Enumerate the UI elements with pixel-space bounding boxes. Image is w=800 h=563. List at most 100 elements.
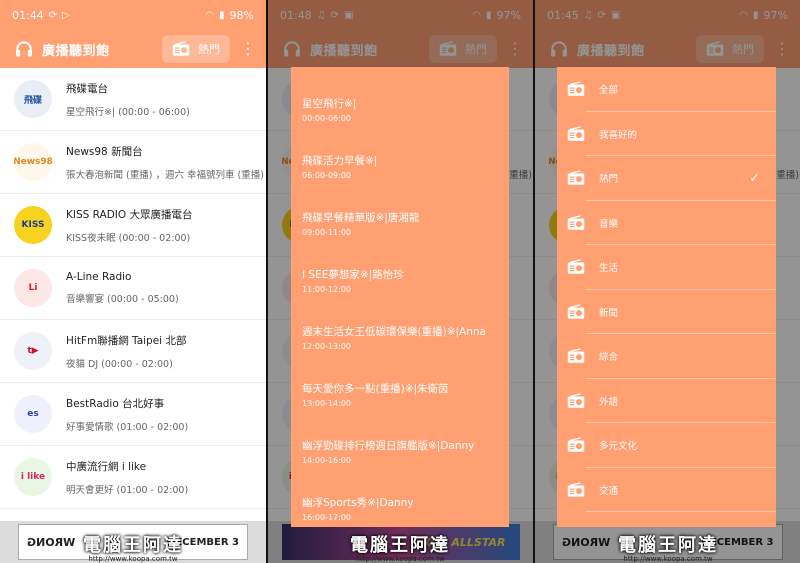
radio-icon: [567, 393, 585, 408]
station-meta: 中廣流行網 i like 明天會更好 (01:00 - 02:00): [66, 459, 188, 496]
station-program: 夜貓 DJ (00:00 - 02:00): [66, 358, 173, 370]
station-logo: Li: [14, 269, 52, 307]
station-row[interactable]: i like 中廣流行網 i like 明天會更好 (01:00 - 02:00): [0, 446, 266, 509]
station-meta: A-Line Radio 音樂響宴 (00:00 - 05:00): [66, 271, 179, 305]
station-program: 音樂響宴 (00:00 - 05:00): [66, 294, 179, 305]
station-name: News98 新聞台: [66, 145, 143, 158]
station-logo: es: [14, 395, 52, 433]
station-logo: t▶: [14, 332, 52, 370]
station-meta: News98 新聞台張大春泡新聞 (重播) ，週六 幸福號列車 (重播): [66, 144, 264, 181]
station-row[interactable]: es BestRadio 台北好事好事愛情歌 (01:00 - 02:00): [0, 383, 266, 446]
station-name: 飛碟電台: [66, 82, 108, 95]
program-time: 13:00-14:00: [302, 399, 351, 408]
wifi-icon: ◠: [205, 9, 215, 21]
program-item[interactable]: 幽浮勁碟排行榜週日旗艦版※|Danny 14:00-16:00: [291, 418, 509, 475]
app-title: 廣播聽到飽: [42, 43, 110, 59]
category-label: 熱門: [599, 174, 619, 186]
program-title: 飛碟活力早餐※|: [302, 155, 378, 167]
category-button-label: 熱門: [198, 43, 220, 56]
headphones-icon: [16, 41, 32, 57]
radio-icon: [567, 170, 585, 185]
category-label: 我喜好的: [599, 129, 638, 141]
category-option[interactable]: 音樂: [557, 201, 776, 246]
program-title: 幽浮Sports秀※|Danny: [302, 497, 414, 509]
station-list: 飛碟飛碟電台星空飛行※| (00:00 - 06:00)News98News98…: [0, 68, 266, 509]
program-time: 11:00-12:00: [302, 285, 351, 294]
program-item[interactable]: I SEE夢想家※|路怡珍 11:00-12:00: [291, 247, 509, 304]
station-name: A-Line Radio: [66, 271, 132, 283]
radio-icon: [567, 259, 585, 274]
station-program: KISS夜未眠 (00:00 - 02:00): [66, 232, 191, 244]
program-title: 幽浮勁碟排行榜週日旗艦版※|Danny: [302, 440, 475, 452]
station-logo: i like: [14, 458, 52, 496]
category-label: 交通: [599, 485, 619, 497]
radio-icon: [567, 126, 585, 141]
program-title: I SEE夢想家※|路怡珍: [302, 269, 404, 281]
station-name: HitFm聯播網 Taipei 北部: [66, 334, 187, 347]
watermark-url: http://www.koopa.com.tw: [355, 555, 445, 563]
program-title: 週末生活女王低碳環保樂(重播)※|Anna: [302, 326, 486, 338]
station-logo: News98: [14, 143, 52, 181]
station-row[interactable]: Li A-Line Radio 音樂響宴 (00:00 - 05:00): [0, 257, 266, 320]
radio-icon: [567, 304, 585, 319]
station-name: KISS RADIO 大眾廣播電台: [66, 208, 193, 221]
category-option[interactable]: 我喜好的: [557, 112, 776, 157]
category-option[interactable]: 全部: [557, 67, 776, 112]
station-row[interactable]: t▶ HitFm聯播網 Taipei 北部夜貓 DJ (00:00 - 02:00…: [0, 320, 266, 383]
program-item[interactable]: 飛碟早餐精華版※|唐湘龍 09:00-11:00: [291, 190, 509, 247]
screen-program-schedule: 01:48 ♫ ⟳ ▣ ◠ ▮ 97% 廣播聽到飽 熱門 ⋮ 飛碟飛碟電台星空飛…: [268, 0, 533, 563]
battery-level: 98%: [229, 8, 254, 22]
category-option[interactable]: 交通: [557, 468, 776, 513]
radio-icon: [567, 348, 585, 363]
program-title: 星空飛行※|: [302, 98, 357, 110]
category-label: 新聞: [599, 307, 619, 319]
watermark-text: 電腦王阿達: [618, 535, 718, 556]
program-time: 09:00-11:00: [302, 228, 351, 237]
category-label: 外語: [599, 396, 619, 408]
category-option[interactable]: 熱門 ✓: [557, 156, 776, 201]
station-program: 星空飛行※| (00:00 - 06:00): [66, 106, 190, 118]
station-program: 好事愛情歌 (01:00 - 02:00): [66, 421, 189, 433]
program-time: 06:00-09:00: [302, 171, 351, 180]
station-meta: BestRadio 台北好事好事愛情歌 (01:00 - 02:00): [66, 396, 188, 433]
category-label: 多元文化: [599, 441, 638, 453]
program-item[interactable]: 幽浮Sports秀※|Danny 16:00-17:00: [291, 475, 509, 527]
category-option[interactable]: 多元文化: [557, 423, 776, 468]
category-label: 音樂: [599, 218, 619, 230]
program-item[interactable]: 星空飛行※| 00:00-06:00: [291, 67, 509, 133]
station-program: 明天會更好 (01:00 - 02:00): [66, 484, 189, 496]
program-item[interactable]: 每天愛你多一點(重播)※|朱衛茵 13:00-14:00: [291, 361, 509, 418]
category-option[interactable]: 新聞: [557, 290, 776, 335]
station-meta: KISS RADIO 大眾廣播電台 KISS夜未眠 (00:00 - 02:00): [66, 207, 193, 244]
program-time: 12:00-13:00: [302, 342, 351, 351]
category-option[interactable]: 外語: [557, 379, 776, 424]
program-schedule-dialog: 星空飛行※| 00:00-06:00 飛碟活力早餐※| 06:00-09:00 飛碟早餐…: [291, 67, 509, 527]
station-row[interactable]: News98 News98 新聞台張大春泡新聞 (重播) ，週六 幸福號列車 (重…: [0, 131, 266, 194]
program-time: 00:00-06:00: [302, 114, 351, 123]
watermark-url: http://www.koopa.com.tw: [623, 555, 713, 563]
more-options-icon[interactable]: ⋮: [240, 41, 256, 57]
play-icon: ▷: [62, 9, 70, 21]
signal-icon: ▮: [219, 9, 225, 21]
radio-icon: [567, 437, 585, 452]
program-time: 16:00-17:00: [302, 513, 351, 522]
category-button[interactable]: 熱門: [162, 35, 230, 63]
category-option[interactable]: 生活: [557, 245, 776, 290]
station-row[interactable]: KISS KISS RADIO 大眾廣播電台 KISS夜未眠 (00:00 - 02…: [0, 194, 266, 257]
station-row[interactable]: 飛碟飛碟電台星空飛行※| (00:00 - 06:00): [0, 68, 266, 131]
category-option[interactable]: 綜合: [557, 334, 776, 379]
sync-icon: ⟳: [48, 9, 58, 21]
app-bar: 廣播聽到飽 熱門 ⋮: [0, 30, 266, 68]
screen-category-picker: 01:45 ♫ ⟳ ▣ ◠ ▮ 97% 廣播聽到飽 熱門 ⋮ 飛碟飛碟電台星空飛…: [535, 0, 800, 563]
screen-station-list: 01:44 ⟳ ▷ ◠ ▮ 98% 廣播聽到飽 熱門 ⋮ 飛碟 飛碟電台 星空飛行※…: [0, 0, 266, 563]
program-title: 飛碟早餐精華版※|唐湘龍: [302, 212, 420, 224]
watermark-text: 電腦王阿達: [83, 535, 183, 556]
ad-mirror-text: WRONG: [27, 535, 76, 549]
station-name: 中廣流行網 i like: [66, 460, 147, 473]
program-item[interactable]: 週末生活女王低碳環保樂(重播)※|Anna 12:00-13:00: [291, 304, 509, 361]
clock: 01:44: [12, 8, 44, 22]
station-meta: HitFm聯播網 Taipei 北部夜貓 DJ (00:00 - 02:00): [66, 333, 186, 370]
station-logo: KISS: [14, 206, 52, 244]
program-item[interactable]: 飛碟活力早餐※| 06:00-09:00: [291, 133, 509, 190]
check-icon: ✓: [749, 170, 760, 186]
